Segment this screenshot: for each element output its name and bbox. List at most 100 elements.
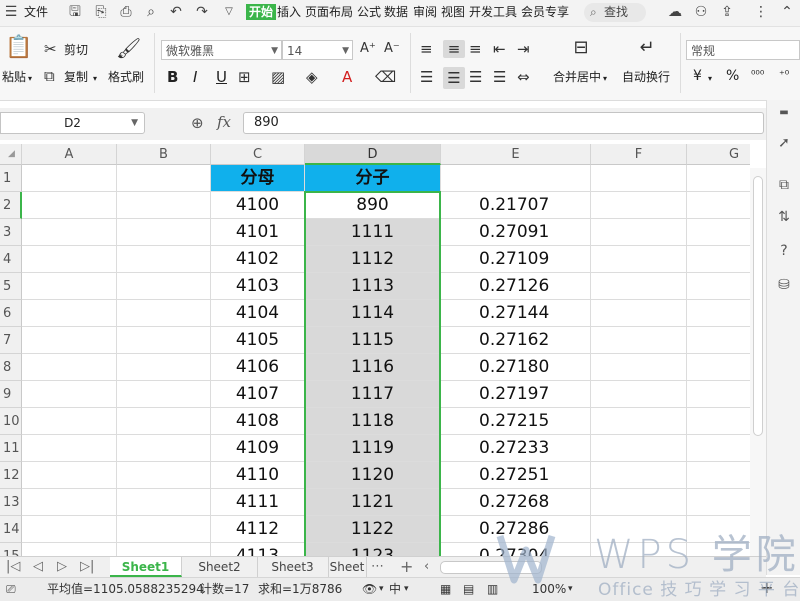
cell-a15[interactable]: [22, 543, 117, 556]
sheet-tab-sheet4[interactable]: Sheet: [328, 557, 367, 577]
cell-b3[interactable]: [117, 219, 211, 246]
cell-d4[interactable]: 1112: [305, 246, 441, 273]
decrease-indent-icon[interactable]: ⇤: [493, 40, 506, 58]
cell-c15[interactable]: 4113: [211, 543, 305, 556]
more-icon[interactable]: ⋮: [752, 3, 770, 21]
tab-data[interactable]: 数据: [384, 4, 408, 20]
first-sheet-icon[interactable]: |◁: [6, 558, 20, 576]
cell-g15[interactable]: [687, 543, 750, 556]
fx-icon[interactable]: fx: [217, 113, 231, 131]
cell-c5[interactable]: 4103: [211, 273, 305, 300]
cell-c8[interactable]: 4106: [211, 354, 305, 381]
row-header-15[interactable]: 15: [0, 543, 22, 556]
formula-input[interactable]: 890: [243, 112, 764, 134]
cell-d2[interactable]: 890: [305, 192, 441, 219]
zoom-in-icon[interactable]: +: [760, 579, 773, 596]
sheet-tab-sheet1[interactable]: Sheet1: [110, 557, 182, 577]
cell-c9[interactable]: 4107: [211, 381, 305, 408]
collaborate-icon[interactable]: ⚇: [692, 3, 710, 21]
row-header-9[interactable]: 9: [0, 381, 22, 408]
export-pdf-icon[interactable]: ⎘: [92, 3, 110, 21]
cell-d1[interactable]: 分子: [305, 165, 441, 192]
row-header-6[interactable]: 6: [0, 300, 22, 327]
cell-b10[interactable]: [117, 408, 211, 435]
tab-page-layout[interactable]: 页面布局: [305, 4, 353, 20]
zoom-dropdown-icon[interactable]: ▾: [568, 581, 573, 598]
share-icon[interactable]: ⇪: [718, 3, 736, 21]
cell-b7[interactable]: [117, 327, 211, 354]
italic-button[interactable]: I: [193, 69, 197, 85]
paste-icon[interactable]: 📋: [5, 37, 32, 59]
row-header-5[interactable]: 5: [0, 273, 22, 300]
cell-d5[interactable]: 1113: [305, 273, 441, 300]
cell-a12[interactable]: [22, 462, 117, 489]
increase-font-icon[interactable]: A⁺: [360, 40, 376, 58]
filter-list-icon[interactable]: ⇅: [775, 208, 793, 226]
cell-g11[interactable]: [687, 435, 750, 462]
tab-view[interactable]: 视图: [441, 4, 465, 20]
align-left-icon[interactable]: ☰: [420, 68, 433, 86]
cell-c14[interactable]: 4112: [211, 516, 305, 543]
status-count[interactable]: 计数=17: [200, 581, 249, 598]
zoom-level[interactable]: 100%: [532, 581, 566, 598]
cell-f9[interactable]: [591, 381, 687, 408]
ime-dropdown-icon[interactable]: ▾: [404, 581, 409, 598]
cell-e5[interactable]: 0.27126: [441, 273, 591, 300]
page-layout-view-icon[interactable]: ▥: [487, 581, 498, 598]
menu-icon[interactable]: ☰: [2, 3, 20, 21]
cell-f1[interactable]: [591, 165, 687, 192]
row-header-14[interactable]: 14: [0, 516, 22, 543]
column-header-a[interactable]: A: [22, 144, 117, 165]
format-painter-icon[interactable]: 🖌: [116, 38, 141, 58]
cell-f3[interactable]: [591, 219, 687, 246]
cell-d14[interactable]: 1122: [305, 516, 441, 543]
align-bottom-icon[interactable]: ≡: [469, 40, 482, 58]
wrap-text-icon[interactable]: ↵: [636, 39, 658, 57]
status-sum[interactable]: 求和=1万8786: [258, 581, 342, 598]
column-header-f[interactable]: F: [591, 144, 687, 165]
cell-g4[interactable]: [687, 246, 750, 273]
row-header-3[interactable]: 3: [0, 219, 22, 246]
align-middle-icon[interactable]: ≡: [443, 40, 465, 58]
cell-c11[interactable]: 4109: [211, 435, 305, 462]
increase-indent-icon[interactable]: ⇥: [517, 40, 530, 58]
cell-f14[interactable]: [591, 516, 687, 543]
backup-icon[interactable]: ⛁: [775, 276, 793, 294]
cell-d13[interactable]: 1121: [305, 489, 441, 516]
cell-e7[interactable]: 0.27162: [441, 327, 591, 354]
search-box[interactable]: ⌕ 查找: [584, 3, 646, 22]
font-color-icon[interactable]: A: [342, 68, 352, 86]
column-header-d[interactable]: D: [305, 144, 441, 165]
normal-view-icon[interactable]: ▦: [440, 581, 451, 598]
ime-indicator[interactable]: 中: [389, 581, 401, 598]
redo-icon[interactable]: ↷: [193, 3, 211, 21]
column-header-e[interactable]: E: [441, 144, 591, 165]
cell-f8[interactable]: [591, 354, 687, 381]
sidebar-collapse-icon[interactable]: ▬: [775, 104, 793, 122]
cell-a4[interactable]: [22, 246, 117, 273]
cell-b4[interactable]: [117, 246, 211, 273]
prev-sheet-icon[interactable]: ◁: [33, 558, 43, 576]
customize-dropdown-icon[interactable]: ▽: [220, 3, 238, 21]
cell-e11[interactable]: 0.27233: [441, 435, 591, 462]
cell-d3[interactable]: 1111: [305, 219, 441, 246]
cell-e2[interactable]: 0.21707: [441, 192, 591, 219]
cell-b13[interactable]: [117, 489, 211, 516]
decrease-font-icon[interactable]: A⁻: [384, 40, 400, 58]
add-sheet-icon[interactable]: +: [400, 558, 413, 576]
percent-button[interactable]: %: [726, 68, 739, 84]
cell-g1[interactable]: [687, 165, 750, 192]
cell-e9[interactable]: 0.27197: [441, 381, 591, 408]
borders-icon[interactable]: ⊞: [238, 68, 251, 86]
print-preview-icon[interactable]: ⌕: [142, 3, 160, 21]
currency-dropdown-icon[interactable]: ▾: [708, 71, 712, 87]
decrease-decimal-button[interactable]: ⁺⁰: [779, 67, 789, 83]
cell-c4[interactable]: 4102: [211, 246, 305, 273]
row-header-10[interactable]: 10: [0, 408, 22, 435]
cut-button[interactable]: 剪切: [64, 42, 88, 58]
column-header-b[interactable]: B: [117, 144, 211, 165]
print-icon[interactable]: ⎙: [117, 3, 135, 21]
cell-f12[interactable]: [591, 462, 687, 489]
distributed-icon[interactable]: ⇔: [517, 68, 530, 86]
column-header-c[interactable]: C: [211, 144, 305, 165]
